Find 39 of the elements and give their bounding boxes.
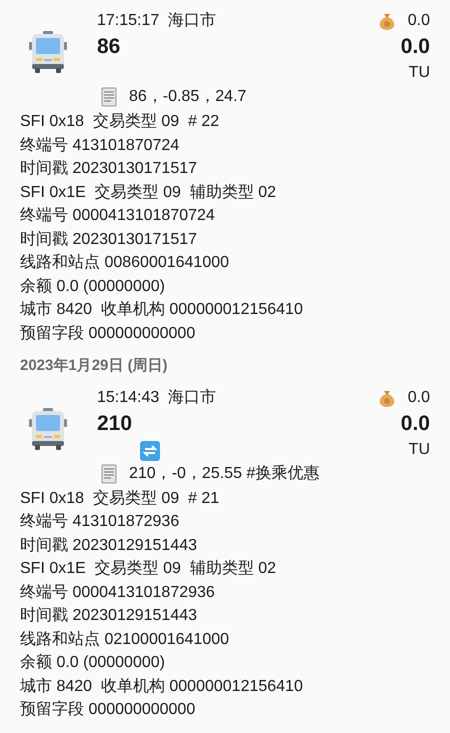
detail-line: 线路和站点 00860001641000	[19, 252, 230, 273]
detail-line: 线路和站点 02100001641000	[19, 630, 230, 650]
route-number: 86	[97, 34, 122, 60]
detail-line: 城市 8420 收单机构 000000012156410	[19, 300, 304, 320]
trip-time-city: 17:15:17 海口市	[97, 10, 218, 31]
fare-amount: 0.0	[400, 34, 430, 60]
detail-line: 余额 0.0 (00000000)	[19, 652, 166, 673]
memo-icon	[101, 87, 117, 107]
money-bag-icon	[378, 388, 396, 406]
detail-line: 时间戳 20230129151443	[19, 536, 198, 556]
detail-line: 时间戳 20230129151443	[19, 606, 198, 626]
route-number: 210	[97, 410, 134, 436]
detail-line: SFI 0x1E 交易类型 09 辅助类型 02	[19, 558, 278, 579]
balance-change: 0.0	[408, 388, 430, 408]
detail-line: 终端号 0000413101872936	[19, 582, 216, 602]
currency-unit: TU	[408, 440, 430, 460]
bus-icon	[28, 30, 68, 74]
memo-text: 86，-0.85，24.7	[129, 87, 246, 107]
money-bag-icon	[378, 12, 396, 30]
detail-line: SFI 0x18 交易类型 09 # 22	[19, 112, 220, 132]
fare-amount: 0.0	[400, 410, 430, 436]
detail-line: 预留字段 000000000000	[19, 700, 196, 720]
detail-line: 时间戳 20230130171517	[19, 158, 198, 179]
memo-icon	[101, 464, 117, 484]
trip-time-city: 15:14:43 海口市	[97, 388, 218, 408]
detail-line: SFI 0x18 交易类型 09 # 21	[19, 488, 220, 508]
bus-icon	[28, 406, 68, 450]
balance-change: 0.0	[408, 11, 430, 31]
detail-line: 城市 8420 收单机构 000000012156410	[19, 676, 304, 696]
detail-line: 余额 0.0 (00000000)	[19, 276, 166, 296]
date-header: 2023年1月29日 (周日)	[19, 356, 169, 376]
detail-line: SFI 0x1E 交易类型 09 辅助类型 02	[19, 182, 278, 202]
detail-line: 预留字段 000000000000	[19, 324, 196, 344]
detail-line: 终端号 413101870724	[19, 136, 180, 156]
memo-text: 210，-0，25.55 #换乘优惠	[129, 464, 320, 484]
detail-line: 终端号 0000413101870724	[19, 206, 216, 226]
currency-unit: TU	[408, 63, 430, 83]
detail-line: 终端号 413101872936	[19, 512, 180, 532]
detail-line: 时间戳 20230130171517	[19, 230, 198, 250]
